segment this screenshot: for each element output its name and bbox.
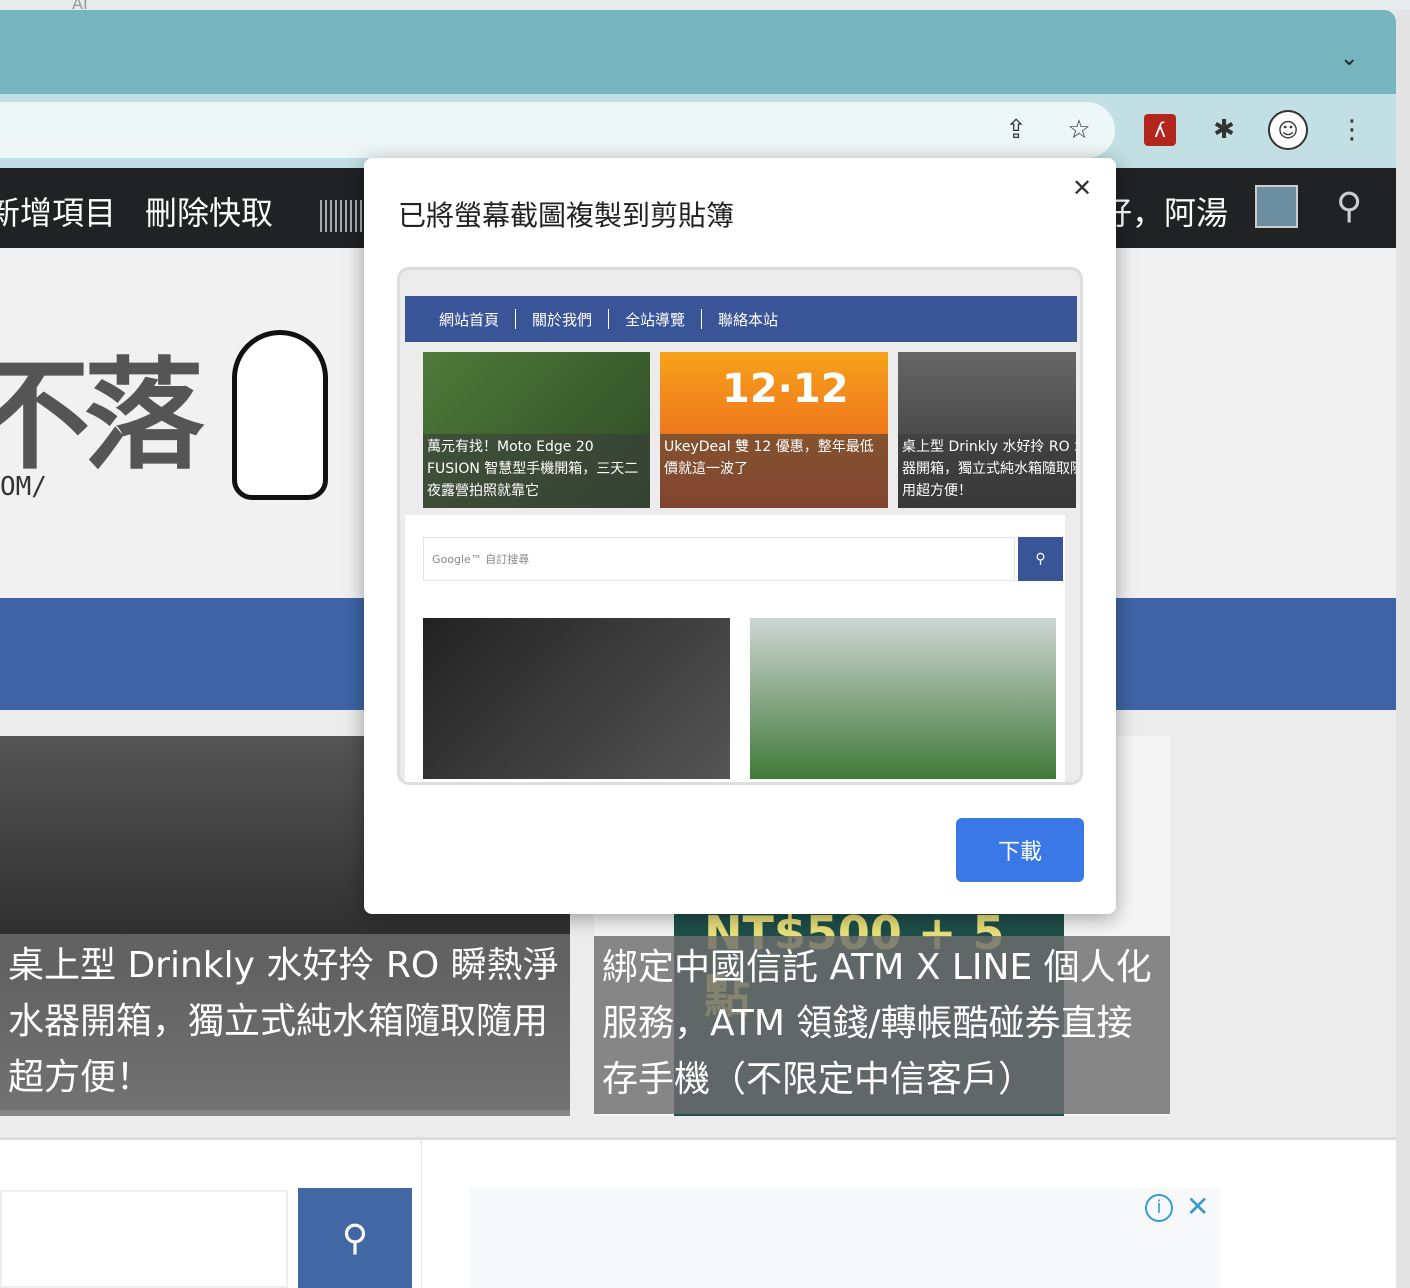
preview-nav-item: 網站首頁 <box>439 310 500 329</box>
site-url: OM/ <box>0 472 47 502</box>
preview-image-person <box>750 618 1056 779</box>
dialog-title: 已將螢幕截圖複製到剪貼簿 <box>398 199 735 232</box>
ad-info-icon[interactable]: i <box>1145 1194 1173 1222</box>
greeting[interactable]: 好，阿湯 <box>1100 188 1228 234</box>
preview-image-phone <box>423 618 730 779</box>
preview-card: 桌上型 Drinkly 水好拎 RO 水器開箱，獨立式純水箱隨取隨用超方便！ <box>898 352 1076 508</box>
preview-card-title: 桌上型 Drinkly 水好拎 RO 水器開箱，獨立式純水箱隨取隨用超方便！ <box>898 434 1076 508</box>
user-avatar[interactable] <box>1255 185 1298 228</box>
extensions-puzzle-icon[interactable]: ✱ <box>1206 112 1242 148</box>
ad-close-icon[interactable]: ✕ <box>1186 1190 1209 1223</box>
preview-card: 萬元有找！Moto Edge 20 FUSION 智慧型手機開箱，三天二夜露營拍… <box>423 352 650 508</box>
profile-avatar[interactable]: ☺ <box>1268 110 1308 150</box>
preview-card: 12·12 UkeyDeal 雙 12 優惠，整年最低價就這一波了 <box>660 352 888 508</box>
address-bar[interactable] <box>0 102 1115 158</box>
screenshot-preview: 網站首頁 關於我們 全站導覽 聯絡本站 萬元有找！Moto Edge 20 FU… <box>397 267 1083 785</box>
menu-dots-icon[interactable]: ⋮ <box>1334 112 1370 148</box>
preview-nav-item: 聯絡本站 <box>718 310 779 329</box>
search-input[interactable] <box>0 1190 288 1288</box>
screenshot-dialog: 已將螢幕截圖複製到剪貼簿 ✕ 網站首頁 關於我們 全站導覽 聯絡本站 萬元有找！… <box>364 158 1116 914</box>
scrollbar[interactable] <box>1396 10 1410 1288</box>
admin-new-item[interactable]: 新增項目 <box>0 188 116 234</box>
preview-card-title: UkeyDeal 雙 12 優惠，整年最低價就這一波了 <box>660 434 888 508</box>
preview-search-icon: ⚲ <box>1018 537 1063 581</box>
preview-nav-item: 關於我們 <box>532 310 593 329</box>
ad-slot[interactable] <box>470 1188 1220 1288</box>
stats-graph[interactable] <box>320 200 364 232</box>
mascot-logo <box>232 330 328 500</box>
admin-clear-cache[interactable]: 刪除快取 <box>145 188 273 234</box>
download-button[interactable]: 下載 <box>956 818 1084 882</box>
preview-card-title: 萬元有找！Moto Edge 20 FUSION 智慧型手機開箱，三天二夜露營拍… <box>423 434 650 508</box>
site-logo[interactable]: 不落 <box>0 318 204 492</box>
close-icon[interactable]: ✕ <box>1072 174 1092 202</box>
tab-search-chevron-icon[interactable]: ⌄ <box>1340 46 1358 71</box>
preview-banner: 12·12 <box>722 366 849 412</box>
search-icon[interactable]: ⚲ <box>1336 186 1362 227</box>
pdf-extension-icon[interactable]: ʎ <box>1144 114 1176 146</box>
tab-strip <box>0 10 1396 94</box>
search-button[interactable]: ⚲ <box>298 1188 412 1288</box>
divider <box>421 1140 422 1288</box>
preview-nav-item: 全站導覽 <box>625 310 686 329</box>
share-icon[interactable]: ⇪ <box>998 112 1034 148</box>
article-title[interactable]: 綁定中國信託 ATM X LINE 個人化服務，ATM 領錢/轉帳酷碰券直接存手… <box>594 936 1170 1114</box>
preview-search-input: Google™ 自訂搜尋 <box>423 537 1015 581</box>
article-title[interactable]: 桌上型 Drinkly 水好拎 RO 瞬熱淨水器開箱，獨立式純水箱隨取隨用超方便… <box>0 934 570 1110</box>
preview-nav: 網站首頁 關於我們 全站導覽 聯絡本站 <box>405 296 1077 342</box>
bookmark-star-icon[interactable]: ☆ <box>1061 112 1097 148</box>
